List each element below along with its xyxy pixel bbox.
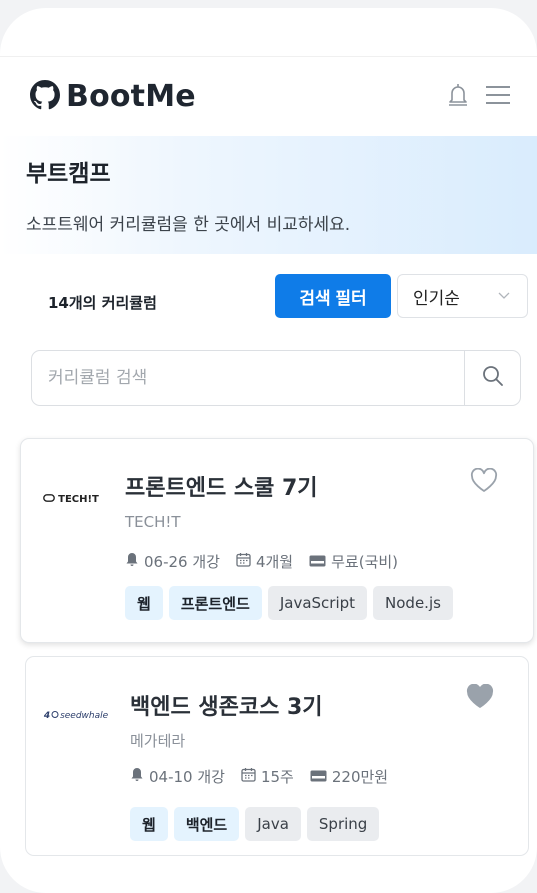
tag[interactable]: Spring [306,807,380,841]
bell-icon [130,767,144,786]
start-date: 04-10 개강 [130,766,225,787]
start-date: 06-26 개강 [125,551,220,572]
bell-icon [125,552,139,571]
tag[interactable]: 프론트엔드 [168,586,262,620]
tag[interactable]: Node.js [373,586,453,620]
course-duration: 15주 [241,766,294,787]
course-title[interactable]: 프론트엔드 스쿨 7기 [125,470,318,502]
search-input[interactable] [32,351,464,405]
search-bar [31,350,521,406]
course-duration: 4개월 [236,551,293,572]
sort-dropdown[interactable]: 인기순 [397,274,528,318]
app-screen: BootMe 부트캠프 소프트웨어 커리큘럼을 한 곳에서 비교하세요. 14개… [0,8,537,893]
search-filter-button[interactable]: 검색 필터 [275,274,391,318]
menu-icon[interactable] [485,85,511,109]
github-icon [30,79,60,114]
company-logo-text: TECH!T [58,494,99,505]
chevron-down-icon [497,287,511,307]
sort-selected-value: 인기순 [413,288,460,309]
course-price: 무료(국비) [309,551,398,572]
logo[interactable]: BootMe [30,79,196,114]
calendar-icon [236,552,251,571]
whale-icon [51,711,59,721]
course-company: 메가테라 [130,732,186,750]
search-icon [482,365,504,391]
logo-mark-icon [43,494,56,505]
calendar-icon [241,767,256,786]
hero-banner: 부트캠프 소프트웨어 커리큘럼을 한 곳에서 비교하세요. [0,136,537,254]
tag-list: 웹 백엔드 Java Spring [130,807,380,841]
tag-list: 웹 프론트엔드 JavaScript Node.js [125,586,453,620]
heart-filled-icon[interactable] [466,683,494,713]
tag[interactable]: 백엔드 [173,807,240,841]
tag[interactable]: JavaScript [267,586,368,620]
course-company: TECH!T [125,513,181,531]
course-meta: 04-10 개강 15주 220만원 [130,766,388,787]
company-logo: 4 seedwhale [26,703,126,722]
page-subtitle: 소프트웨어 커리큘럼을 한 곳에서 비교하세요. [26,215,351,235]
course-card[interactable]: TECH!T 프론트엔드 스쿨 7기 TECH!T 06-26 개강 4개월 무… [20,438,534,643]
app-header: BootMe [0,56,537,136]
tag[interactable]: 웹 [125,586,163,620]
header-actions [447,82,511,112]
company-logo-text: seedwhale [60,711,109,721]
seedwhale-logo-mark: 4 [43,711,51,721]
list-controls: 14개의 커리큘럼 검색 필터 인기순 [0,272,537,320]
card-icon [310,768,327,786]
course-card[interactable]: 4 seedwhale 백엔드 생존코스 3기 메가테라 04-10 개강 15… [25,656,529,856]
company-logo: TECH!T [21,487,121,506]
course-meta: 06-26 개강 4개월 무료(국비) [125,551,398,572]
tag[interactable]: 웹 [130,807,168,841]
search-button[interactable] [464,351,520,405]
course-title[interactable]: 백엔드 생존코스 3기 [130,689,323,721]
page-title: 부트캠프 [26,161,111,187]
tag[interactable]: Java [245,807,301,841]
result-count: 14개의 커리큘럼 [48,294,157,312]
card-icon [309,553,326,571]
heart-icon[interactable] [470,467,498,497]
logo-text: BootMe [66,79,196,114]
bell-icon[interactable] [447,82,469,112]
course-price: 220만원 [310,766,388,787]
